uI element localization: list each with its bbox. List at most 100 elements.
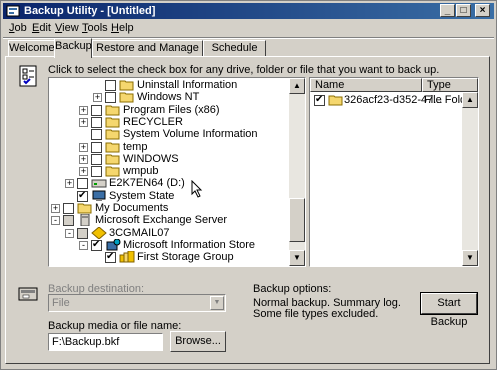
tab-welcome[interactable]: Welcome	[8, 40, 55, 56]
column-header-type[interactable]: Type	[422, 78, 478, 92]
maximize-button[interactable]: □	[456, 4, 471, 17]
tree-item[interactable]: + RECYCLER	[49, 116, 287, 128]
tree-item-checkbox[interactable]	[91, 166, 102, 178]
tree-scroll-up-button[interactable]: ▲	[289, 78, 305, 94]
folder-icon	[119, 92, 134, 103]
tree-item-label: Microsoft Exchange Server	[95, 214, 228, 227]
folder-icon	[105, 105, 120, 116]
tree-item-checkbox[interactable]	[77, 227, 88, 239]
folder-icon	[105, 166, 120, 177]
folder-icon	[105, 129, 120, 140]
tree-item[interactable]: - Microsoft Information Store	[49, 238, 287, 251]
expand-icon[interactable]: +	[79, 117, 88, 127]
minimize-icon: _	[444, 5, 451, 16]
list-vertical-scrollbar[interactable]: ▲ ▼	[462, 92, 478, 266]
tree-item-label: First Storage Group	[137, 251, 234, 264]
tree-item[interactable]: + E2K7EN64 (D:)	[49, 177, 287, 190]
tree-item-label: My Documents	[95, 202, 169, 214]
tree-item[interactable]: + wmpub	[49, 165, 287, 178]
folder-icon	[77, 203, 92, 214]
tree-item[interactable]: + My Documents	[49, 202, 287, 214]
folder-icon	[328, 95, 343, 106]
tab-backup[interactable]: Backup	[54, 38, 92, 58]
backup-destination-value: File	[52, 297, 70, 309]
folder-icon	[105, 142, 120, 152]
tree-item-checkbox[interactable]	[91, 104, 102, 116]
expand-icon[interactable]: +	[79, 142, 88, 152]
tree-item-label: System State	[109, 189, 175, 202]
tree-item-label: wmpub	[123, 165, 159, 178]
tree-item[interactable]: First Storage Group	[49, 251, 287, 264]
start-backup-button[interactable]: Start Backup	[420, 292, 478, 328]
tab-restore-and-manage-media[interactable]: Restore and Manage Media	[92, 40, 203, 69]
tree-item-label: temp	[123, 140, 148, 153]
backup-selection-tree[interactable]: Uninstall Information + Windows NT + Program…	[48, 77, 306, 267]
tree-vertical-scrollbar[interactable]: ▲ ▼	[289, 78, 305, 266]
tab-schedule-jobs[interactable]: Schedule Jobs	[203, 40, 266, 69]
expand-icon[interactable]: +	[79, 105, 88, 115]
tree-item[interactable]: Uninstall Information	[49, 79, 287, 91]
server-icon	[80, 214, 90, 227]
backup-media-input[interactable]: F:\Backup.bkf	[48, 333, 163, 351]
tree-item-checkbox[interactable]	[91, 129, 102, 141]
list-scroll-down-button[interactable]: ▼	[462, 250, 478, 266]
tree-item-checkbox[interactable]	[91, 116, 102, 128]
close-button[interactable]: ×	[475, 4, 490, 17]
list-item-checkbox[interactable]	[314, 94, 325, 106]
collapse-icon[interactable]: -	[65, 228, 74, 238]
collapse-icon[interactable]: -	[79, 240, 88, 250]
tree-item-label: Uninstall Information	[137, 79, 238, 91]
column-header-name[interactable]: Name	[310, 78, 422, 92]
expand-icon[interactable]: +	[79, 154, 88, 164]
tree-item-checkbox[interactable]	[105, 80, 116, 91]
menu-edit[interactable]: Edit	[32, 21, 51, 35]
tree-item[interactable]: + temp	[49, 141, 287, 153]
tree-item-checkbox[interactable]	[91, 141, 102, 153]
minimize-button[interactable]: _	[440, 4, 455, 17]
file-list[interactable]: Name Type 326acf23-d352-47... File Folde…	[309, 77, 479, 267]
storage-group-icon	[119, 251, 135, 263]
expand-icon[interactable]: +	[51, 204, 60, 213]
expand-icon[interactable]: +	[93, 93, 102, 103]
tree-item-checkbox[interactable]	[91, 153, 102, 165]
tree-item[interactable]: System State	[49, 190, 287, 202]
menu-bar: Job Edit View Tools Help	[3, 20, 494, 36]
tree-item[interactable]: - 3CGMAIL07	[49, 226, 287, 239]
chevron-down-icon[interactable]: ▼	[210, 296, 224, 310]
tree-item-label: Windows NT	[137, 91, 200, 104]
backup-destination-icon	[18, 287, 38, 301]
tree-item-checkbox[interactable]	[91, 239, 102, 251]
menu-tools[interactable]: Tools	[82, 21, 108, 35]
tree-item[interactable]: + Windows NT	[49, 91, 287, 104]
backup-app-icon	[6, 5, 20, 17]
instruction-text: Click to select the check box for any dr…	[48, 64, 440, 76]
tree-item-checkbox[interactable]	[63, 203, 74, 214]
tree-item[interactable]: System Volume Information	[49, 128, 287, 141]
backup-options-line2: Some file types excluded.	[253, 308, 379, 320]
tree-item[interactable]: + Program Files (x86)	[49, 104, 287, 116]
store-icon	[106, 238, 121, 251]
list-item[interactable]: 326acf23-d352-47... File Folder	[310, 94, 478, 106]
collapse-icon[interactable]: -	[51, 216, 60, 226]
tree-item-checkbox[interactable]	[105, 251, 116, 264]
tree-scroll-thumb[interactable]	[289, 198, 305, 242]
tree-scroll-down-button[interactable]: ▼	[289, 250, 305, 266]
tree-item-label: Microsoft Information Store	[123, 238, 256, 251]
tree-item-label: Program Files (x86)	[123, 103, 220, 116]
expand-icon[interactable]: +	[79, 167, 88, 177]
browse-button[interactable]: Browse...	[170, 331, 226, 352]
tree-item-checkbox[interactable]	[105, 92, 116, 104]
menu-view[interactable]: View	[55, 21, 79, 35]
tree-item-checkbox[interactable]	[77, 178, 88, 190]
tree-item[interactable]: + WINDOWS	[49, 153, 287, 165]
drive-icon	[91, 179, 107, 188]
expand-icon[interactable]: +	[65, 179, 74, 189]
tree-item[interactable]: - Microsoft Exchange Server	[49, 214, 287, 227]
tree-item-checkbox[interactable]	[63, 215, 74, 227]
menu-help[interactable]: Help	[111, 21, 134, 35]
menu-job[interactable]: Job	[9, 21, 27, 35]
backup-destination-select[interactable]: File ▼	[48, 294, 226, 312]
mouse-cursor-icon	[191, 180, 203, 198]
tree-item-checkbox[interactable]	[77, 190, 88, 202]
list-scroll-up-button[interactable]: ▲	[462, 92, 478, 108]
